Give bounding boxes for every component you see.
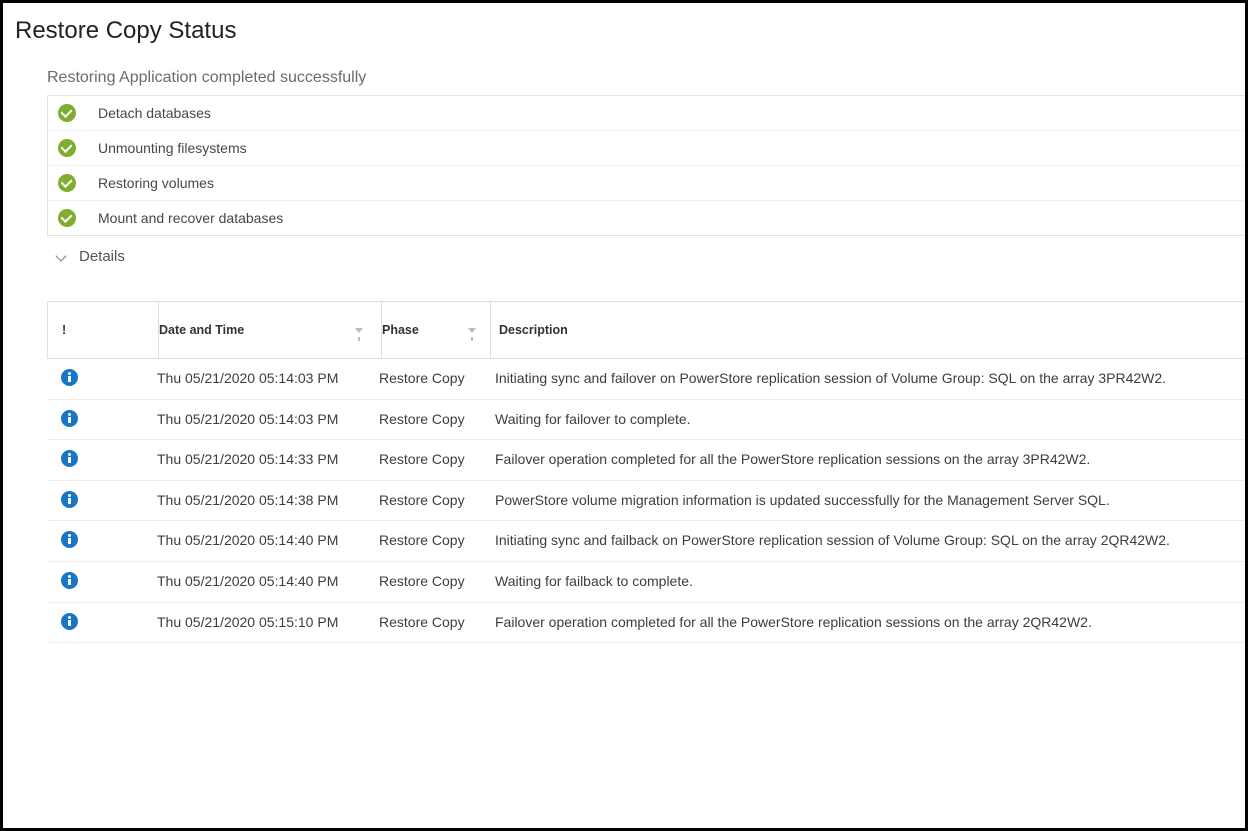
cell-date: Thu 05/21/2020 05:14:40 PM (157, 572, 379, 590)
cell-phase: Restore Copy (379, 613, 487, 631)
info-icon (61, 410, 78, 427)
filter-icon[interactable] (468, 328, 476, 333)
table-row: Thu 05/21/2020 05:14:38 PMRestore CopyPo… (47, 481, 1245, 522)
column-header-date[interactable]: Date and Time (159, 323, 381, 337)
cell-date: Thu 05/21/2020 05:14:33 PM (157, 450, 379, 468)
cell-status (47, 410, 157, 427)
cell-phase: Restore Copy (379, 572, 487, 590)
table-row: Thu 05/21/2020 05:14:40 PMRestore CopyIn… (47, 521, 1245, 562)
check-icon (58, 104, 76, 122)
cell-status (47, 450, 157, 467)
column-header-status[interactable]: ! (48, 323, 158, 337)
cell-status (47, 572, 157, 589)
info-icon (61, 572, 78, 589)
filter-icon[interactable] (355, 328, 363, 333)
step-label: Restoring volumes (98, 175, 214, 191)
info-icon (61, 613, 78, 630)
cell-phase: Restore Copy (379, 410, 487, 428)
cell-status (47, 531, 157, 548)
check-icon (58, 209, 76, 227)
chevron-down-icon (55, 251, 67, 263)
info-icon (61, 491, 78, 508)
check-icon (58, 174, 76, 192)
cell-description: Failover operation completed for all the… (487, 613, 1245, 633)
cell-date: Thu 05/21/2020 05:15:10 PM (157, 613, 379, 631)
cell-description: PowerStore volume migration information … (487, 491, 1245, 511)
step-label: Detach databases (98, 105, 211, 121)
cell-status (47, 613, 157, 630)
column-header-description[interactable]: Description (491, 323, 1245, 337)
table-row: Thu 05/21/2020 05:14:03 PMRestore CopyIn… (47, 359, 1245, 400)
events-table: ! Date and Time Phase Description Thu 05… (47, 301, 1245, 643)
step-row: Restoring volumes (48, 166, 1245, 201)
page-title: Restore Copy Status (3, 3, 1245, 51)
info-icon (61, 450, 78, 467)
table-header: ! Date and Time Phase Description (47, 301, 1245, 359)
column-header-phase[interactable]: Phase (382, 323, 490, 337)
status-summary: Restoring Application completed successf… (47, 51, 1245, 95)
step-label: Mount and recover databases (98, 210, 283, 226)
cell-phase: Restore Copy (379, 491, 487, 509)
cell-date: Thu 05/21/2020 05:14:03 PM (157, 410, 379, 428)
table-row: Thu 05/21/2020 05:14:03 PMRestore CopyWa… (47, 400, 1245, 441)
cell-description: Waiting for failback to complete. (487, 572, 1245, 592)
cell-description: Initiating sync and failover on PowerSto… (487, 369, 1245, 389)
table-row: Thu 05/21/2020 05:14:33 PMRestore CopyFa… (47, 440, 1245, 481)
cell-date: Thu 05/21/2020 05:14:40 PM (157, 531, 379, 549)
cell-phase: Restore Copy (379, 531, 487, 549)
table-row: Thu 05/21/2020 05:15:10 PMRestore CopyFa… (47, 603, 1245, 644)
steps-list: Detach databases Unmounting filesystems Re… (47, 95, 1245, 236)
step-row: Unmounting filesystems (48, 131, 1245, 166)
step-label: Unmounting filesystems (98, 140, 247, 156)
details-toggle[interactable]: Details (47, 236, 1245, 275)
cell-description: Waiting for failover to complete. (487, 410, 1245, 430)
cell-phase: Restore Copy (379, 369, 487, 387)
cell-phase: Restore Copy (379, 450, 487, 468)
cell-status (47, 491, 157, 508)
info-icon (61, 369, 78, 386)
details-label: Details (79, 248, 125, 265)
column-header-phase-label: Phase (382, 323, 419, 337)
cell-date: Thu 05/21/2020 05:14:03 PM (157, 369, 379, 387)
info-icon (61, 531, 78, 548)
cell-description: Failover operation completed for all the… (487, 450, 1245, 470)
table-row: Thu 05/21/2020 05:14:40 PMRestore CopyWa… (47, 562, 1245, 603)
check-icon (58, 139, 76, 157)
cell-description: Initiating sync and failback on PowerSto… (487, 531, 1245, 551)
column-header-date-label: Date and Time (159, 323, 244, 337)
step-row: Mount and recover databases (48, 201, 1245, 235)
cell-date: Thu 05/21/2020 05:14:38 PM (157, 491, 379, 509)
step-row: Detach databases (48, 96, 1245, 131)
cell-status (47, 369, 157, 386)
